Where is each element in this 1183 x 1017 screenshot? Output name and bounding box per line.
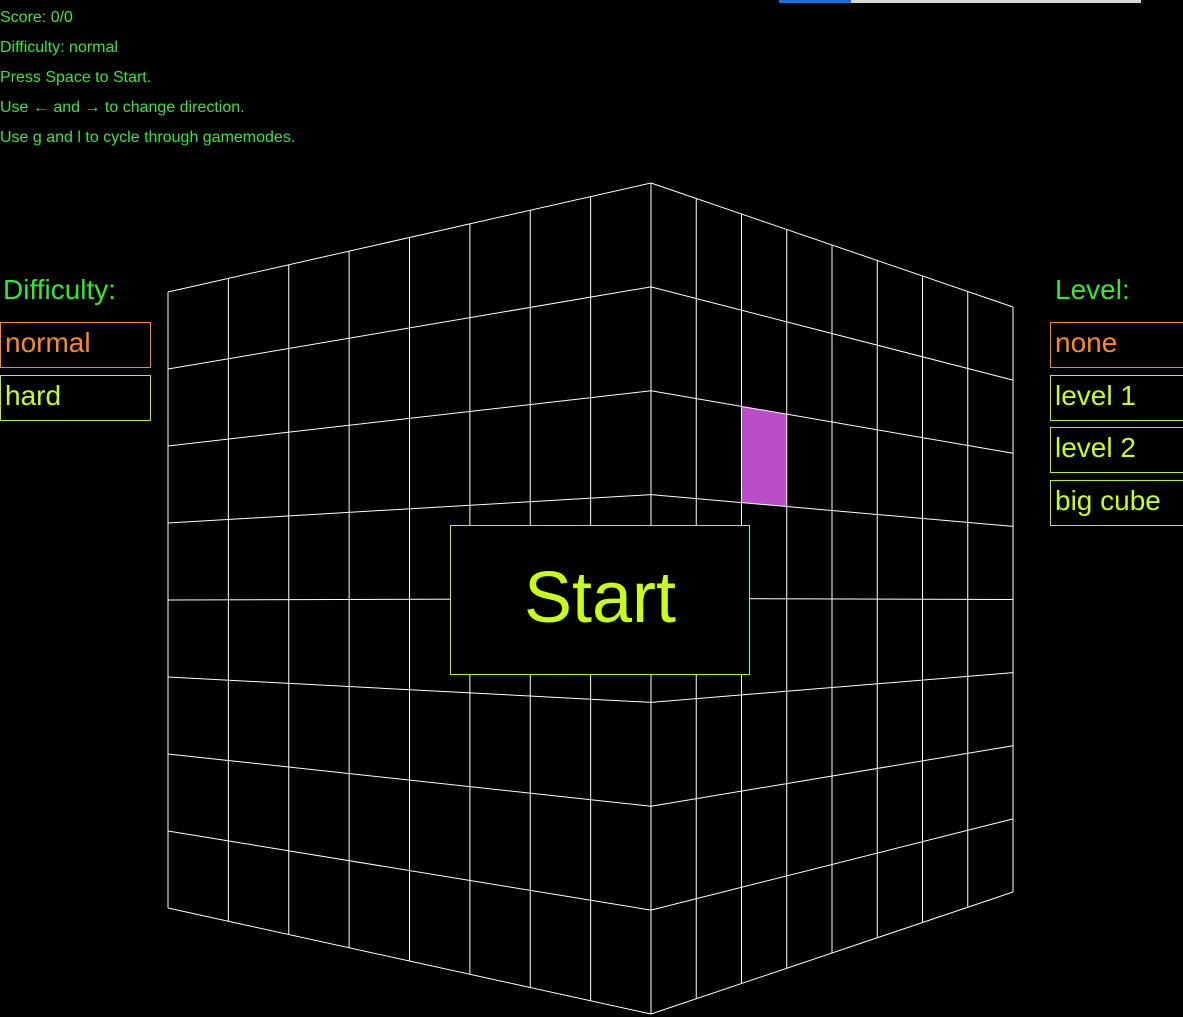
difficulty-option-hard[interactable]: hard [0, 375, 151, 421]
level-panel-title: Level: [1055, 274, 1130, 305]
level-option-big-cube[interactable]: big cube [1050, 480, 1183, 526]
difficulty-panel-title: Difficulty: [3, 274, 117, 305]
cube-grid [167, 182, 1014, 1015]
level-option-none[interactable]: none [1050, 322, 1183, 368]
level-option-level-2[interactable]: level 2 [1050, 427, 1183, 473]
difficulty-option-normal[interactable]: normal [0, 322, 151, 368]
highlighted-cell [741, 406, 787, 507]
level-option-level-1[interactable]: level 1 [1050, 375, 1183, 421]
start-button[interactable]: Start [450, 525, 750, 675]
